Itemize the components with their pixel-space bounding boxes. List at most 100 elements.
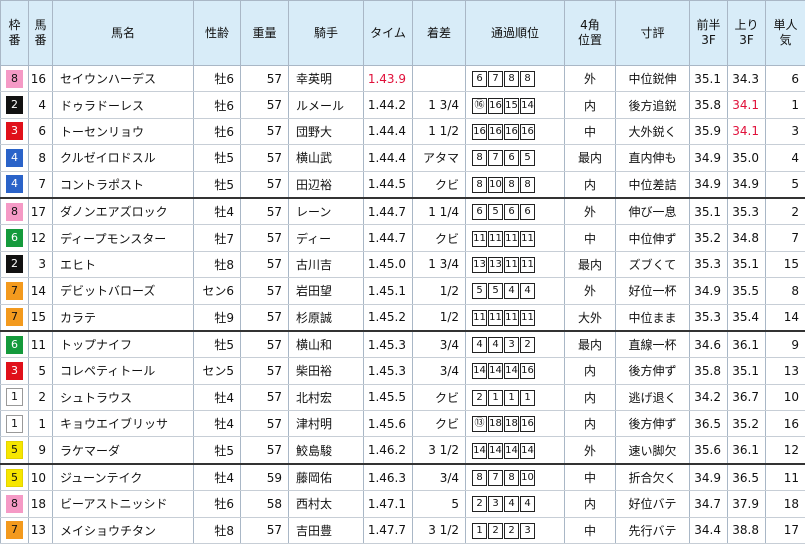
passing-order-box: 15 bbox=[504, 98, 519, 114]
passing-order-box: 16 bbox=[488, 98, 503, 114]
first3f-cell: 34.9 bbox=[690, 464, 728, 491]
passing-order-box: 3 bbox=[520, 523, 535, 539]
corner4-cell: 中 bbox=[565, 118, 616, 144]
comment-cell: 大外鋭く bbox=[616, 118, 690, 144]
passing-order-box: 13 bbox=[472, 257, 487, 273]
corner4-cell: 内 bbox=[565, 358, 616, 384]
popularity-cell: 16 bbox=[766, 411, 805, 437]
first3f-cell: 35.3 bbox=[690, 251, 728, 277]
waku-badge: 7 bbox=[6, 521, 23, 539]
table-row: 611トップナイフ牡557横山和1.45.33/44432最内直線一杯34.63… bbox=[1, 331, 805, 358]
passing-order-box: 8 bbox=[520, 71, 535, 87]
comment-cell: 速い脚欠 bbox=[616, 437, 690, 464]
passing-order-box: 2 bbox=[472, 496, 487, 512]
first3f-cell: 34.9 bbox=[690, 171, 728, 198]
passing-order-box: 11 bbox=[520, 231, 535, 247]
popularity-cell: 4 bbox=[766, 145, 805, 171]
passing-cell: 8765 bbox=[466, 145, 565, 171]
umaban-cell: 11 bbox=[29, 331, 53, 358]
header-comment: 寸評 bbox=[616, 1, 690, 66]
weight-cell: 57 bbox=[241, 304, 289, 331]
passing-order-box: 18 bbox=[504, 416, 519, 432]
comment-cell: 中位差詰 bbox=[616, 171, 690, 198]
last3f-cell: 35.1 bbox=[728, 251, 766, 277]
weight-cell: 59 bbox=[241, 464, 289, 491]
margin-cell: クビ bbox=[413, 411, 466, 437]
corner4-cell: 内 bbox=[565, 92, 616, 118]
waku-cell: 6 bbox=[1, 225, 29, 251]
margin-cell: 3/4 bbox=[413, 464, 466, 491]
comment-cell: 後方伸ず bbox=[616, 358, 690, 384]
passing-order-box: 5 bbox=[488, 204, 503, 220]
waku-badge: 8 bbox=[6, 203, 23, 221]
age-cell: 牡4 bbox=[194, 411, 241, 437]
passing-order-box: 16 bbox=[472, 124, 487, 140]
waku-badge: 7 bbox=[6, 282, 23, 300]
passing-cell: 14141414 bbox=[466, 437, 565, 464]
umaban-cell: 15 bbox=[29, 304, 53, 331]
comment-cell: 好位バテ bbox=[616, 491, 690, 517]
corner4-cell: 内 bbox=[565, 384, 616, 410]
first3f-cell: 34.9 bbox=[690, 278, 728, 304]
header-row: 枠 番 馬 番 馬名 性齢 重量 騎手 タイム 着差 通過順位 4角 位置 寸評… bbox=[1, 1, 805, 66]
last3f-cell: 34.1 bbox=[728, 118, 766, 144]
passing-order-box: 6 bbox=[472, 204, 487, 220]
corner4-cell: 最内 bbox=[565, 145, 616, 171]
first3f-cell: 35.6 bbox=[690, 437, 728, 464]
age-cell: 牡5 bbox=[194, 145, 241, 171]
passing-order-box: 14 bbox=[520, 98, 535, 114]
horse-name: コレペティトール bbox=[53, 358, 194, 384]
jockey-cell: 田辺裕 bbox=[289, 171, 364, 198]
passing-order-box: 2 bbox=[488, 523, 503, 539]
umaban-cell: 12 bbox=[29, 225, 53, 251]
umaban-cell: 8 bbox=[29, 145, 53, 171]
jockey-cell: 古川吉 bbox=[289, 251, 364, 277]
time-cell: 1.45.3 bbox=[364, 331, 413, 358]
comment-cell: 直線一杯 bbox=[616, 331, 690, 358]
passing-order-box: 2 bbox=[504, 523, 519, 539]
weight-cell: 57 bbox=[241, 358, 289, 384]
passing-cell: ⑯161514 bbox=[466, 92, 565, 118]
waku-badge: 6 bbox=[6, 336, 23, 354]
horse-name: ドゥラドーレス bbox=[53, 92, 194, 118]
time-cell: 1.45.0 bbox=[364, 251, 413, 277]
passing-order-box: 14 bbox=[520, 443, 535, 459]
first3f-cell: 34.7 bbox=[690, 491, 728, 517]
corner4-cell: 外 bbox=[565, 66, 616, 92]
passing-order-box: ⑬ bbox=[472, 416, 487, 432]
weight-cell: 57 bbox=[241, 171, 289, 198]
waku-cell: 8 bbox=[1, 198, 29, 225]
weight-cell: 57 bbox=[241, 145, 289, 171]
popularity-cell: 6 bbox=[766, 66, 805, 92]
passing-cell: 13131111 bbox=[466, 251, 565, 277]
passing-order-box: 16 bbox=[520, 363, 535, 379]
popularity-cell: 15 bbox=[766, 251, 805, 277]
waku-badge: 3 bbox=[6, 122, 23, 140]
corner4-cell: 最内 bbox=[565, 331, 616, 358]
header-passing: 通過順位 bbox=[466, 1, 565, 66]
passing-order-box: 8 bbox=[504, 71, 519, 87]
passing-cell: ⑬181816 bbox=[466, 411, 565, 437]
table-row: 35コレペティトールセン557柴田裕1.45.33/414141416内後方伸ず… bbox=[1, 358, 805, 384]
header-name: 馬名 bbox=[53, 1, 194, 66]
jockey-cell: 北村宏 bbox=[289, 384, 364, 410]
passing-cell: 16161616 bbox=[466, 118, 565, 144]
weight-cell: 57 bbox=[241, 198, 289, 225]
margin-cell: 5 bbox=[413, 491, 466, 517]
passing-order-box: 5 bbox=[472, 283, 487, 299]
passing-cell: 6788 bbox=[466, 66, 565, 92]
age-cell: 牡6 bbox=[194, 118, 241, 144]
waku-cell: 1 bbox=[1, 384, 29, 410]
header-pop: 単人 気 bbox=[766, 1, 805, 66]
header-umaban: 馬 番 bbox=[29, 1, 53, 66]
first3f-cell: 35.9 bbox=[690, 118, 728, 144]
waku-cell: 8 bbox=[1, 491, 29, 517]
umaban-cell: 16 bbox=[29, 66, 53, 92]
passing-order-box: 8 bbox=[472, 470, 487, 486]
weight-cell: 57 bbox=[241, 411, 289, 437]
corner4-cell: 外 bbox=[565, 437, 616, 464]
passing-order-box: 8 bbox=[472, 150, 487, 166]
horse-name: ディープモンスター bbox=[53, 225, 194, 251]
popularity-cell: 18 bbox=[766, 491, 805, 517]
passing-order-box: 16 bbox=[488, 124, 503, 140]
